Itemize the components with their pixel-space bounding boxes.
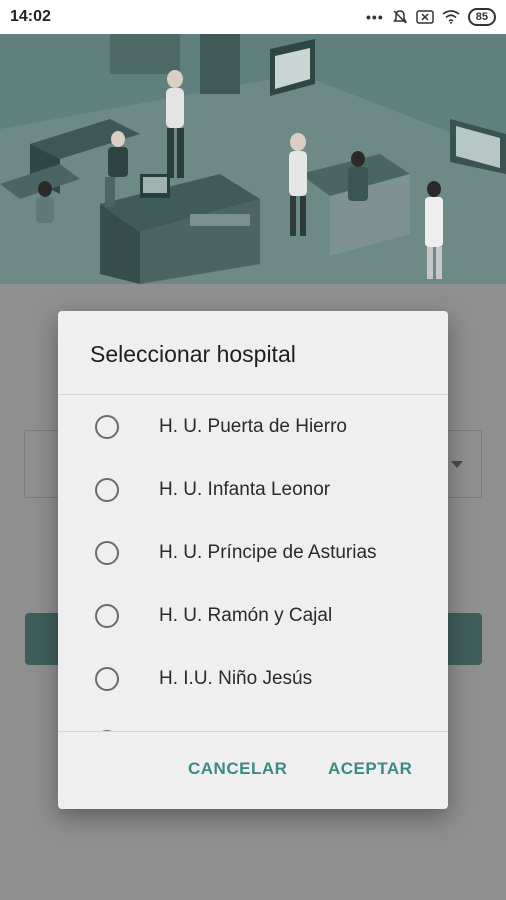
hospital-illustration xyxy=(0,34,506,284)
app-screen: 14:02 ••• 85 Seleccionar hospital H. U. … xyxy=(0,0,506,900)
hospital-option[interactable]: H. U. Infanta Leonor xyxy=(58,458,448,521)
hospital-option[interactable]: H. I.U. Niño Jesús xyxy=(58,647,448,710)
hospital-option-label: H. I.U. Niño Jesús xyxy=(159,667,313,689)
radio-unchecked-icon[interactable] xyxy=(95,666,119,691)
wifi-icon xyxy=(442,10,460,24)
hospital-option[interactable]: H. U. Príncipe de Asturias xyxy=(58,521,448,584)
hospital-options-list[interactable]: H. U. Puerta de Hierro H. U. Infanta Leo… xyxy=(58,395,448,731)
status-icons: ••• 85 xyxy=(366,8,496,26)
more-dots-icon: ••• xyxy=(366,9,384,25)
dropdown-arrow-icon xyxy=(451,461,463,468)
hospital-option[interactable]: H. U. Ramón y Cajal xyxy=(58,584,448,647)
radio-unchecked-icon[interactable] xyxy=(95,477,119,502)
status-bar: 14:02 ••• 85 xyxy=(0,0,506,34)
hospital-option-label: H. U. Puerta de Hierro xyxy=(159,415,347,437)
hospital-option-label: H. U. Príncipe de Asturias xyxy=(159,541,377,563)
select-hospital-dialog: Seleccionar hospital H. U. Puerta de Hie… xyxy=(58,311,448,809)
battery-icon: 85 xyxy=(467,8,496,26)
accept-button[interactable]: ACEPTAR xyxy=(328,759,412,779)
hospital-option-label: H. U. Infanta Leonor xyxy=(159,478,331,500)
bell-muted-icon xyxy=(392,9,408,25)
dialog-actions: CANCELAR ACEPTAR xyxy=(58,731,448,809)
cancel-button[interactable]: CANCELAR xyxy=(188,759,287,779)
sim-x-icon xyxy=(416,10,434,24)
radio-unchecked-icon[interactable] xyxy=(95,540,119,565)
radio-unchecked-icon[interactable] xyxy=(95,414,119,439)
dialog-title: Seleccionar hospital xyxy=(90,341,296,367)
status-time: 14:02 xyxy=(10,8,51,25)
radio-unchecked-icon[interactable] xyxy=(95,603,119,628)
hospital-option[interactable]: H. U. Puerta de Hierro xyxy=(58,395,448,458)
hospital-option-partial[interactable] xyxy=(58,710,448,731)
hospital-option-label: H. U. Ramón y Cajal xyxy=(159,604,333,626)
hospital-waiting-room-illustration xyxy=(0,34,506,284)
